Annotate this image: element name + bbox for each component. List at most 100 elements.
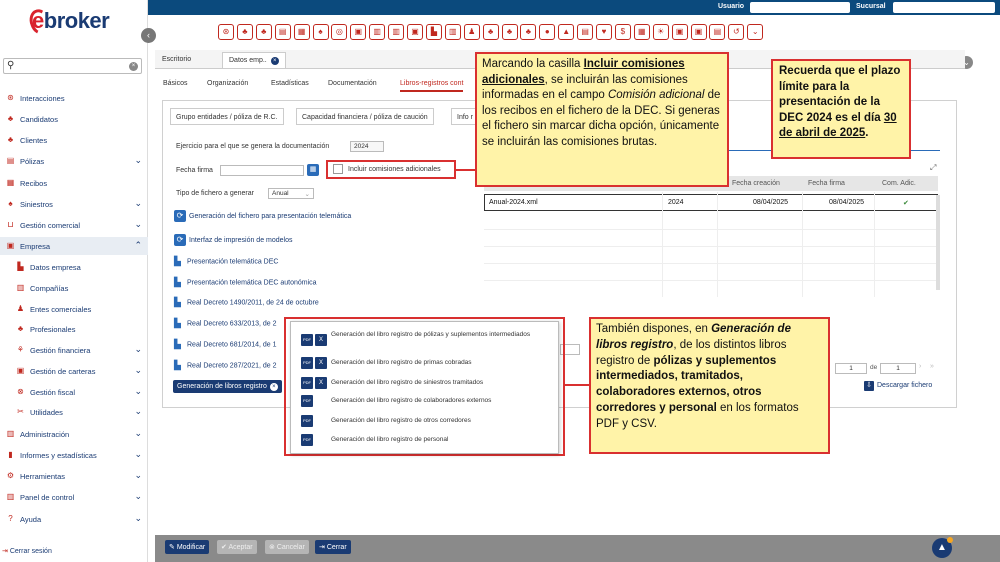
sidebar-item-panel-de-control[interactable]: ▥ Panel de control ⌄ xyxy=(0,488,148,506)
sidebar-item-candidatos[interactable]: ♣ Candidatos xyxy=(0,110,148,128)
card-icon[interactable]: ▣ xyxy=(350,24,367,40)
modificar-button[interactable]: ✎ Modificar xyxy=(165,540,210,554)
csv-icon[interactable]: X xyxy=(315,334,327,346)
col-fecha-firma[interactable]: Fecha firma xyxy=(808,180,845,187)
sidebar-item-ayuda[interactable]: ? Ayuda ⌄ xyxy=(0,510,148,528)
csv-icon[interactable]: X xyxy=(315,357,327,369)
next-page-icon[interactable]: › xyxy=(919,363,921,370)
document-icon[interactable]: ▙ xyxy=(425,24,442,40)
sidebar-item-informes-y-estadísticas[interactable]: ▮ Informes y estadísticas ⌄ xyxy=(0,446,148,464)
sucursal-input[interactable] xyxy=(893,2,995,13)
expand-icon[interactable]: ⤢ xyxy=(930,163,936,173)
policies-icon[interactable]: ▤ xyxy=(274,24,291,40)
coin-icon[interactable]: ● xyxy=(539,24,556,40)
logout-link[interactable]: ⇥ Cerrar sesión xyxy=(2,547,52,555)
sidebar-item-administración[interactable]: ▥ Administración ⌄ xyxy=(0,425,148,443)
briefcase-icon[interactable]: ▥ xyxy=(369,24,386,40)
receipts-icon[interactable]: ▦ xyxy=(293,24,310,40)
sidebar-item-herramientas[interactable]: ⚙ Herramientas ⌄ xyxy=(0,467,148,485)
ejercicio-input[interactable]: 2024 xyxy=(350,141,384,152)
pdf-icon[interactable]: PDF xyxy=(301,334,313,346)
usuario-input[interactable] xyxy=(750,2,850,13)
sidebar-item-recibos[interactable]: ▦ Recibos xyxy=(0,174,148,192)
pdf-icon[interactable]: PDF xyxy=(301,434,313,446)
tab-escritorio[interactable]: Escritorio xyxy=(156,52,197,68)
popup-menu-item[interactable]: PDF X Generación del libro registro de sin… xyxy=(291,376,560,393)
folder-icon[interactable]: ▣ xyxy=(690,24,707,40)
clients-icon[interactable]: ♣ xyxy=(255,24,272,40)
subtab-basicos[interactable]: Básicos xyxy=(163,80,188,87)
group2-icon[interactable]: ♣ xyxy=(501,24,518,40)
group-icon[interactable]: ♣ xyxy=(482,24,499,40)
table-row[interactable]: Anual-2024.xml 2024 08/04/2025 08/04/202… xyxy=(484,194,938,211)
sidebar-item-empresa[interactable]: ▣ Empresa ⌃ xyxy=(0,237,148,255)
sidebar-item-siniestros[interactable]: ♠ Siniestros ⌄ xyxy=(0,195,148,213)
target-icon[interactable]: ◎ xyxy=(331,24,348,40)
cerrar-button[interactable]: ⇥ Cerrar xyxy=(315,540,351,554)
dollar-icon[interactable]: $ xyxy=(614,24,631,40)
pdf-icon[interactable]: PDF xyxy=(301,395,313,407)
sidebar-item-pólizas[interactable]: ▤ Pólizas ⌄ xyxy=(0,152,148,170)
link-presentacion-dec[interactable]: ▙ Presentación telemática DEC xyxy=(174,256,278,267)
popup-menu-item[interactable]: PDF Generación del libro registro de otro… xyxy=(291,414,560,431)
subtab-documentacion[interactable]: Documentación xyxy=(328,80,377,87)
sidebar-item-entes-comerciales[interactable]: ♟ Entes comerciales xyxy=(0,300,148,318)
page-input[interactable]: 1 xyxy=(835,363,867,374)
download-button[interactable]: ⇩ Descargar fichero xyxy=(864,381,932,391)
sun-icon[interactable]: ☀ xyxy=(652,24,669,40)
sidebar-item-gestión-de-carteras[interactable]: ▣ Gestión de carteras ⌄ xyxy=(0,362,148,380)
person-icon[interactable]: ♟ xyxy=(463,24,480,40)
link-interfaz-impresion[interactable]: ⟳ Interfaz de impresión de modelos xyxy=(174,234,293,246)
link-presentacion-dec-autonomica[interactable]: ▙ Presentación telemática DEC autonómica xyxy=(174,277,317,288)
assistant-button[interactable]: ▲ xyxy=(932,537,953,558)
popup-menu-item[interactable]: PDF Generación del libro registro de pers… xyxy=(291,433,560,450)
sidebar-item-gestión-financiera[interactable]: ⚘ Gestión financiera ⌄ xyxy=(0,341,148,359)
more-icon[interactable]: ⌄ xyxy=(747,24,764,40)
pdf-icon[interactable]: PDF xyxy=(301,415,313,427)
col-com-adic[interactable]: Com. Adic. xyxy=(882,180,916,187)
sidebar-item-gestión-fiscal[interactable]: ⊗ Gestión fiscal ⌄ xyxy=(0,383,148,401)
fecha-firma-input[interactable] xyxy=(220,165,304,176)
subtab-libros-registros[interactable]: Libros-registros cont xyxy=(400,80,464,92)
pdf-icon[interactable]: PDF xyxy=(301,357,313,369)
doc2-icon[interactable]: ▤ xyxy=(709,24,726,40)
search-input[interactable]: ⚲ × xyxy=(3,58,142,74)
popup-menu-item[interactable]: PDF X Generación del libro registro de pri… xyxy=(291,356,560,373)
heart-icon[interactable]: ♥ xyxy=(596,24,612,40)
grid-scrollbar[interactable] xyxy=(936,195,940,290)
sidebar-item-utilidades[interactable]: ✂ Utilidades ⌄ xyxy=(0,403,148,421)
undo-icon[interactable]: ↺ xyxy=(728,24,745,40)
link-generacion-fichero[interactable]: ⟳ Generación del fichero para presentació… xyxy=(174,210,351,222)
col-fecha-creacion[interactable]: Fecha creación xyxy=(732,180,780,187)
subtab-estadisticas[interactable]: Estadísticas xyxy=(271,80,309,87)
link-rd-287[interactable]: ▙ Real Decreto 287/2021, de 2 xyxy=(174,360,277,371)
calendar-icon[interactable]: ▦ xyxy=(307,164,319,176)
sidebar-item-interacciones[interactable]: ⊛ Interacciones xyxy=(0,89,148,107)
alert-icon[interactable]: ▲ xyxy=(558,24,575,40)
generacion-libros-button[interactable]: Generación de libros registro × xyxy=(173,380,282,393)
sidebar-item-profesionales[interactable]: ♣ Profesionales xyxy=(0,320,148,338)
bank-icon[interactable]: ▥ xyxy=(388,24,405,40)
sidebar-item-compañías[interactable]: ▥ Compañías xyxy=(0,279,148,297)
collapse-sidebar-button[interactable]: ‹ xyxy=(141,28,156,43)
inner-tab-grupo[interactable]: Grupo entidades / póliza de R.C. xyxy=(170,108,284,125)
sidebar-item-clientes[interactable]: ♣ Clientes xyxy=(0,131,148,149)
close-tab-icon[interactable]: × xyxy=(270,57,279,65)
pie-icon[interactable]: ♣ xyxy=(520,24,537,40)
tipo-fichero-select[interactable]: Anual ⌄ xyxy=(268,188,314,199)
sidebar-item-datos-empresa[interactable]: ▙ Datos empresa xyxy=(0,258,148,276)
popup-menu-item[interactable]: PDF Generación del libro registro de cola… xyxy=(291,394,560,411)
popup-menu-item[interactable]: PDF X Generación del libro registro de pól… xyxy=(291,328,560,352)
link-rd-1490[interactable]: ▙ Real Decreto 1490/2011, de 24 de octubr… xyxy=(174,297,319,308)
clear-search-icon[interactable]: × xyxy=(129,62,138,71)
inner-tab-capacidad[interactable]: Capacidad financiera / póliza de caución xyxy=(296,108,434,125)
box-icon[interactable]: ▣ xyxy=(671,24,688,40)
last-page-icon[interactable]: » xyxy=(930,363,934,370)
candidates-icon[interactable]: ♣ xyxy=(236,24,253,40)
chart-icon[interactable]: ▦ xyxy=(633,24,650,40)
subtab-organizacion[interactable]: Organización xyxy=(207,80,248,87)
interactions-icon[interactable]: ⊛ xyxy=(218,24,234,40)
link-rd-681[interactable]: ▙ Real Decreto 681/2014, de 1 xyxy=(174,339,277,350)
tab-datos-empresa[interactable]: Datos emp.. × xyxy=(222,52,286,68)
calendar-icon[interactable]: ▥ xyxy=(444,24,461,40)
